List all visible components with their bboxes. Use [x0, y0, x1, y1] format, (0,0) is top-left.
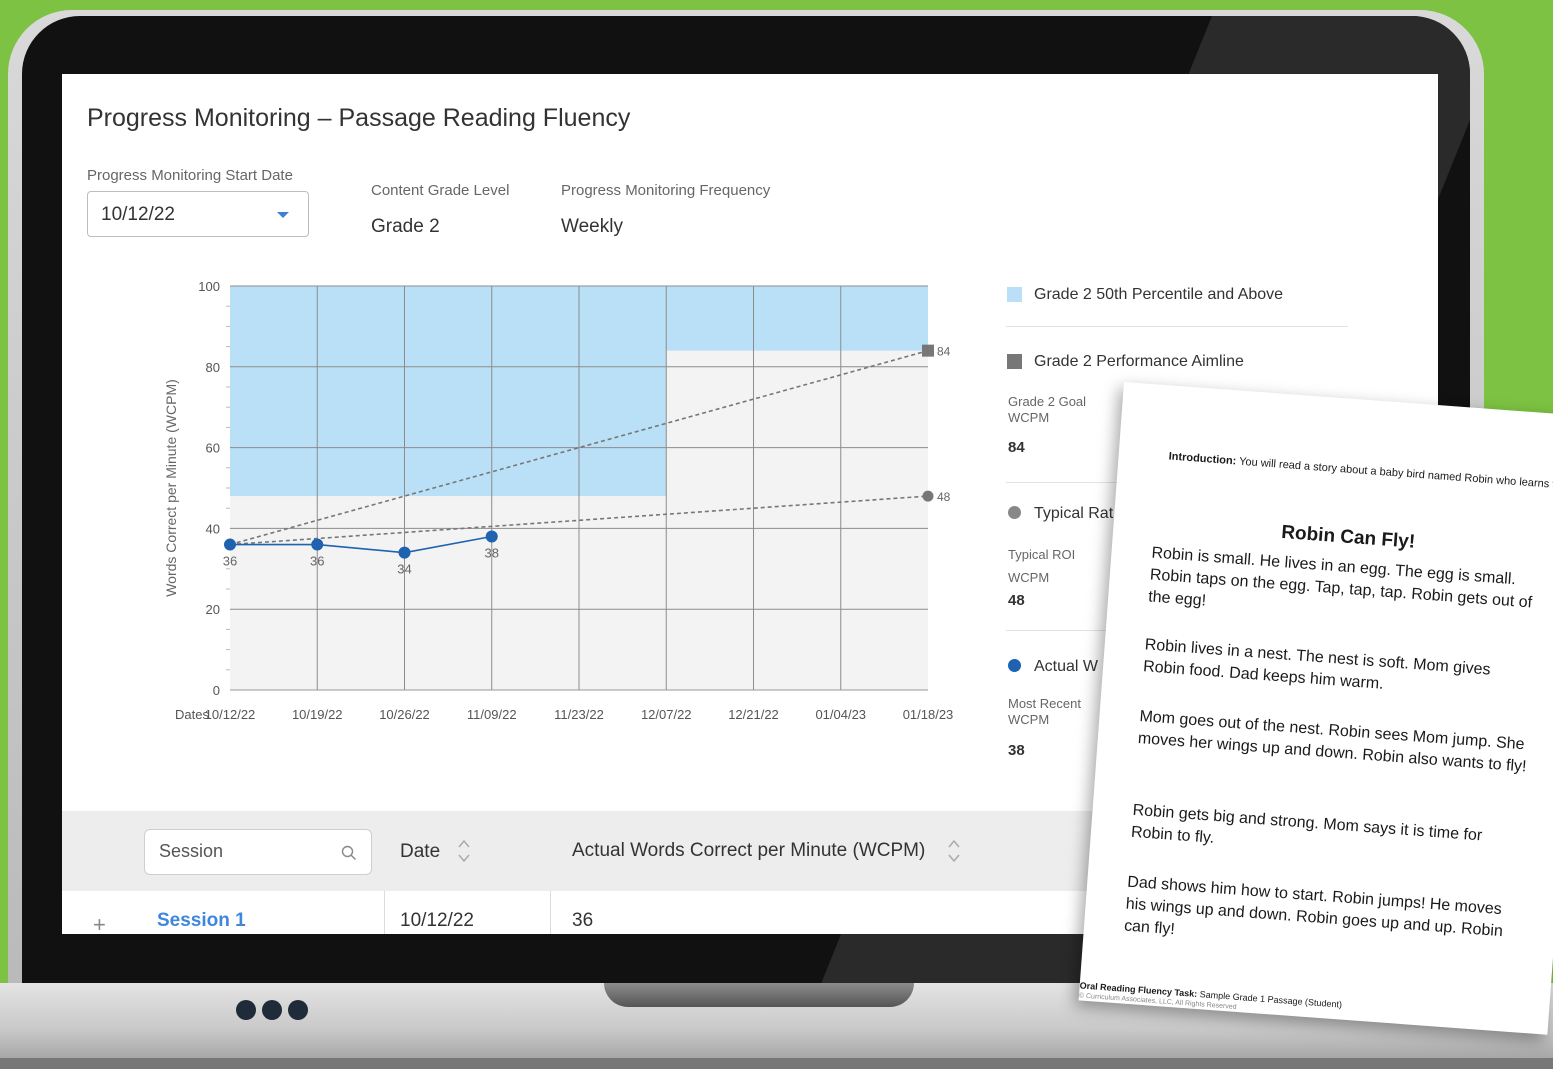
- reading-passage-sheet: Introduction: You will read a story abou…: [1078, 382, 1553, 1035]
- end-value-label: 84: [937, 345, 951, 359]
- percentile-band: [230, 286, 667, 497]
- session-link[interactable]: Session 1: [157, 910, 246, 932]
- session-wcpm: 36: [572, 910, 594, 931]
- recent-wcpm-label: Most Recent WCPM: [1008, 696, 1081, 727]
- passage-intro: Introduction: You will read a story abou…: [1168, 449, 1553, 494]
- session-search-field[interactable]: [144, 829, 372, 875]
- session-search-input[interactable]: [157, 840, 336, 863]
- legend-divider: [1006, 326, 1348, 327]
- legend-aimline: Grade 2 Performance Aimline: [1034, 353, 1244, 370]
- actual-swatch: [1008, 659, 1021, 672]
- recent-wcpm-value: 38: [1008, 742, 1025, 759]
- story-paragraph: Robin gets big and strong. Mom says it i…: [1130, 801, 1483, 847]
- data-point: [398, 546, 411, 559]
- column-divider: [550, 891, 551, 934]
- data-label: 36: [310, 554, 324, 569]
- story-paragraph: Robin lives in a nest. The nest is soft.…: [1142, 636, 1492, 693]
- intro-text: You will read a story about a baby bird …: [1235, 455, 1553, 493]
- data-label: 34: [397, 562, 411, 577]
- x-tick-label: 12/07/22: [641, 707, 692, 722]
- data-point: [485, 530, 498, 543]
- x-tick-label: 10/19/22: [292, 707, 343, 722]
- percentile-swatch: [1007, 287, 1022, 302]
- y-tick-label: 100: [198, 279, 220, 294]
- indicator-dot: [262, 1000, 282, 1020]
- story-paragraph: Mom goes out of the nest. Robin sees Mom…: [1137, 708, 1528, 776]
- aimline-end-marker: [922, 344, 934, 357]
- x-tick-label: 10/12/22: [205, 707, 256, 722]
- laptop-hinge-notch: [604, 983, 914, 1007]
- legend-percentile: Grade 2 50th Percentile and Above: [1034, 286, 1284, 303]
- goal-label: Grade 2 Goal WCPM: [1008, 394, 1087, 425]
- y-tick-label: 40: [206, 521, 220, 536]
- column-divider: [384, 891, 385, 934]
- y-axis-title: Words Correct per Minute (WCPM): [163, 379, 179, 597]
- laptop-base-edge: [0, 1058, 1553, 1069]
- expand-row-icon[interactable]: +: [93, 912, 106, 934]
- data-point: [224, 538, 236, 551]
- laptop-indicator-dots: [236, 1000, 308, 1020]
- x-tick-label: 11/09/22: [467, 707, 517, 722]
- typical-wcpm-label: WCPM: [1008, 570, 1050, 585]
- y-tick-label: 60: [206, 441, 220, 456]
- data-label: 38: [485, 545, 499, 560]
- x-tick-label: 12/21/22: [728, 707, 779, 722]
- wcpm-column-header[interactable]: Actual Words Correct per Minute (WCPM): [572, 840, 925, 862]
- goal-value: 84: [1008, 439, 1025, 456]
- data-label: 36: [223, 554, 237, 569]
- y-tick-label: 80: [206, 360, 220, 375]
- data-point: [311, 538, 324, 551]
- sort-icon[interactable]: [947, 837, 961, 865]
- intro-label: Introduction:: [1168, 450, 1237, 468]
- sort-icon[interactable]: [457, 837, 471, 865]
- story-paragraph: Dad shows him how to start. Robin jumps!…: [1123, 873, 1504, 941]
- end-value-label: 48: [937, 490, 951, 504]
- indicator-dot: [288, 1000, 308, 1020]
- search-icon[interactable]: [341, 845, 357, 861]
- typical-swatch: [1008, 506, 1021, 519]
- typical-roi-label: Typical ROI: [1008, 547, 1076, 562]
- legend-typical-rate: Typical Rat: [1034, 505, 1114, 522]
- aimline-swatch: [1007, 354, 1022, 369]
- x-tick-label: 11/23/22: [554, 707, 604, 722]
- y-tick-label: 20: [206, 602, 220, 617]
- date-column-header[interactable]: Date: [400, 841, 440, 863]
- session-date: 10/12/22: [400, 910, 474, 931]
- x-tick-label: 01/04/23: [815, 707, 866, 722]
- percentile-band: [666, 286, 928, 351]
- x-tick-label: 10/26/22: [379, 707, 430, 722]
- progress-chart: 0 20 40 60 80 100 10/12/22 10/19/22 10/26/22 11/0…: [163, 279, 954, 722]
- x-axis-title: Dates: [175, 707, 209, 722]
- typical-end-marker: [922, 490, 934, 502]
- y-tick-label: 0: [213, 683, 220, 698]
- legend-actual: Actual W: [1034, 658, 1099, 675]
- typical-value: 48: [1008, 592, 1025, 609]
- indicator-dot: [236, 1000, 256, 1020]
- x-tick-label: 01/18/23: [903, 707, 954, 722]
